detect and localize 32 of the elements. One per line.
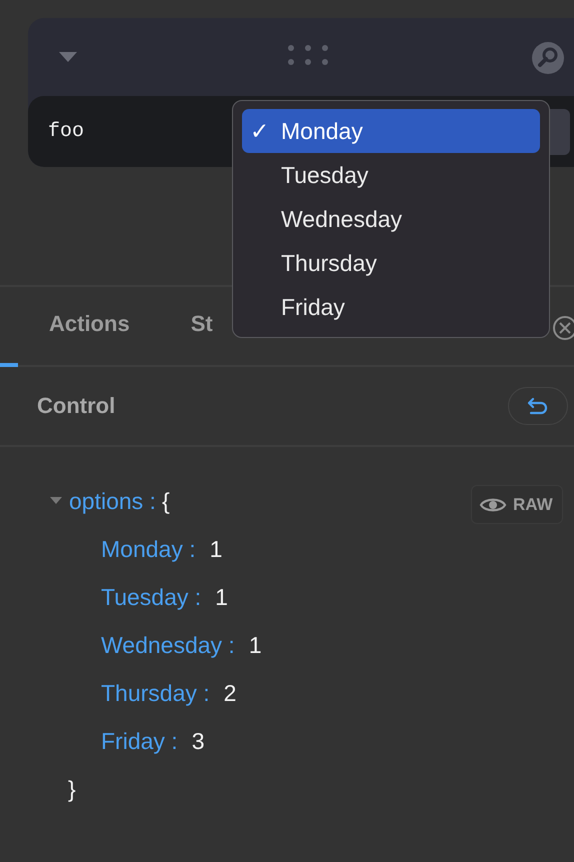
field-value: foo bbox=[48, 120, 84, 143]
menu-item[interactable]: Thursday bbox=[242, 241, 540, 285]
tree-key: Tuesday : bbox=[101, 584, 202, 610]
tab[interactable]: Actions bbox=[49, 311, 130, 341]
tree-key: Monday : bbox=[101, 536, 196, 562]
undo-arrow-icon bbox=[526, 397, 550, 415]
menu-item[interactable]: Friday bbox=[242, 285, 540, 329]
tree-value: 1 bbox=[248, 632, 262, 658]
tree-key: Thursday : bbox=[101, 680, 210, 706]
close-icon[interactable] bbox=[552, 315, 574, 341]
tree-value: 1 bbox=[215, 584, 228, 610]
drag-handle-icon[interactable] bbox=[287, 44, 329, 66]
caret-icon[interactable] bbox=[58, 51, 78, 63]
tree-key: Friday : bbox=[101, 728, 178, 754]
menu-item[interactable]: Tuesday bbox=[242, 153, 540, 197]
menu-item[interactable]: ✓ Monday bbox=[242, 109, 540, 153]
tree-value: 2 bbox=[224, 680, 236, 706]
tree-key: Wednesday : bbox=[101, 632, 235, 658]
reset-button[interactable] bbox=[508, 387, 568, 425]
eye-icon bbox=[479, 496, 507, 514]
tree-value: 3 bbox=[192, 728, 204, 754]
raw-button[interactable]: RAW bbox=[471, 485, 563, 524]
tab[interactable]: St bbox=[190, 311, 213, 341]
tree-value: 1 bbox=[210, 536, 222, 562]
tab-indicator bbox=[0, 363, 18, 367]
tree-key: options : bbox=[69, 488, 156, 514]
search-icon[interactable] bbox=[531, 41, 565, 75]
menu-item[interactable]: Wednesday bbox=[242, 197, 540, 241]
section-title: Control bbox=[37, 393, 116, 419]
tree-brace: } bbox=[68, 776, 76, 802]
tree-brace: { bbox=[162, 488, 170, 514]
expand-caret-icon[interactable] bbox=[50, 497, 62, 505]
